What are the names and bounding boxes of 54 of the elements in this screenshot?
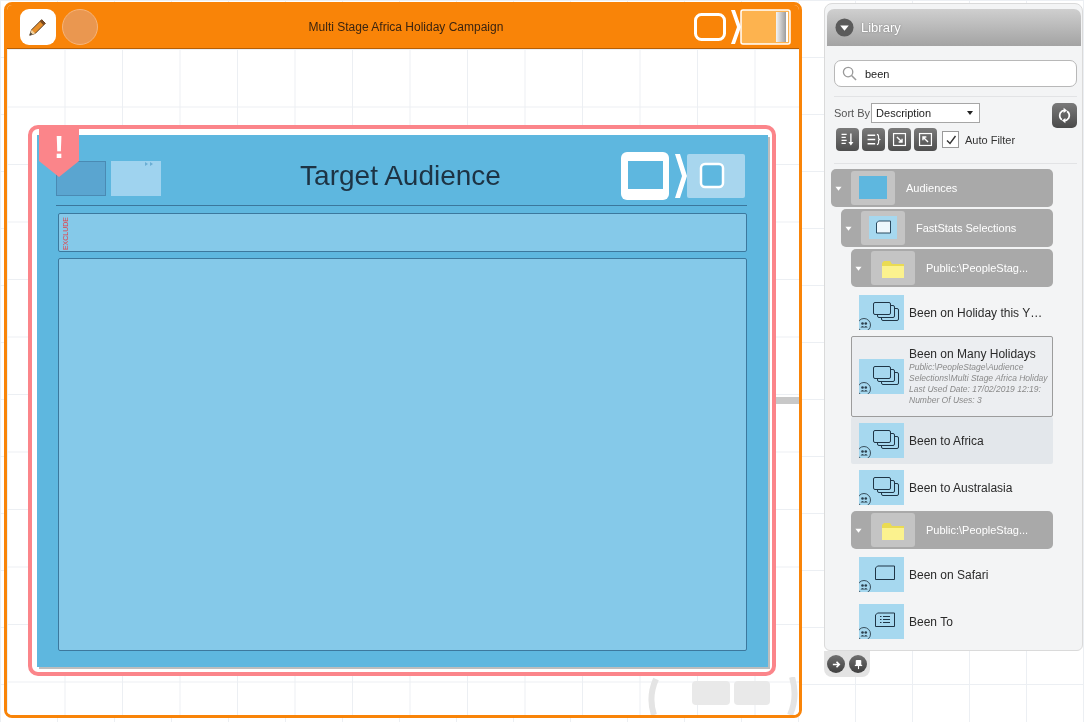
sort-down-icon xyxy=(839,131,856,148)
stacked-windows-icon xyxy=(859,359,904,394)
tick-icon xyxy=(944,133,957,146)
detail-text: Number Of Uses: 3 xyxy=(909,395,983,406)
caret-circle-icon[interactable] xyxy=(835,18,854,37)
corner-arrow-up-icon xyxy=(917,131,934,148)
auto-filter-label[interactable]: Auto Filter xyxy=(965,133,1016,146)
window-icon xyxy=(861,211,905,245)
stacked-windows-icon xyxy=(859,295,904,330)
refresh-button[interactable] xyxy=(1052,103,1077,128)
search-icon xyxy=(842,66,857,81)
tree-item[interactable]: Been on Safari xyxy=(851,551,1053,598)
chevron-tab-icon[interactable] xyxy=(675,154,745,198)
window-icon[interactable] xyxy=(621,152,669,200)
pin-button[interactable] xyxy=(849,655,867,673)
corner-down-button[interactable] xyxy=(888,128,911,151)
caret-icon[interactable] xyxy=(845,224,852,232)
folder-icon xyxy=(871,513,915,547)
stage-title: Target Audience xyxy=(300,160,501,192)
sort-label: Sort By xyxy=(834,107,871,119)
tree-item[interactable]: Been on Many Holidays Public:\PeopleStage\Audience Selections\Multi Stage Africa Holiday Last Used Date: 17/02/2019 12:19: Number Of Uses: 3 xyxy=(851,336,1053,417)
auto-filter-checkbox[interactable] xyxy=(942,131,959,148)
list-bracket-icon xyxy=(865,131,882,148)
tree-item[interactable]: Been on Holiday this Y… xyxy=(851,289,1053,336)
stacked-windows-icon xyxy=(859,423,904,458)
caret-icon[interactable] xyxy=(855,264,862,272)
sort-button[interactable] xyxy=(836,128,859,151)
corner-arrow-down-icon xyxy=(891,131,908,148)
caret-icon[interactable] xyxy=(855,526,862,534)
stacked-windows-icon xyxy=(859,470,904,505)
forward-button[interactable] xyxy=(827,655,845,673)
chevron-tab-icon[interactable] xyxy=(730,8,792,45)
tree-item[interactable]: Been To xyxy=(851,598,1053,645)
refresh-icon xyxy=(1056,107,1073,124)
detail-text: Public:\PeopleStage\Audience Selections\Multi Stage Africa Holiday xyxy=(909,362,1049,384)
list-card-icon xyxy=(859,604,904,639)
folder-icon xyxy=(871,251,915,285)
sort-dropdown[interactable]: Description xyxy=(871,103,981,123)
tree-item[interactable]: Been to Australasia xyxy=(851,464,1053,511)
caret-icon xyxy=(967,111,974,115)
window-icon[interactable] xyxy=(694,12,726,41)
campaign-title: Multi Stage Africa Holiday Campaign xyxy=(308,19,504,34)
tree-item[interactable]: Been to Africa xyxy=(851,417,1053,464)
window-icon xyxy=(859,557,904,592)
square-icon xyxy=(851,171,895,205)
tab-card-icon xyxy=(111,160,161,196)
corner-up-button[interactable] xyxy=(914,128,937,151)
edit-button[interactable] xyxy=(20,8,56,45)
search-field[interactable]: been xyxy=(834,60,1077,87)
pin-icon xyxy=(852,658,864,670)
group-button[interactable] xyxy=(862,128,885,151)
panel-title: Library xyxy=(861,20,901,35)
caret-icon[interactable] xyxy=(835,184,842,192)
detail-text: Last Used Date: 17/02/2019 12:19: xyxy=(909,384,1042,395)
